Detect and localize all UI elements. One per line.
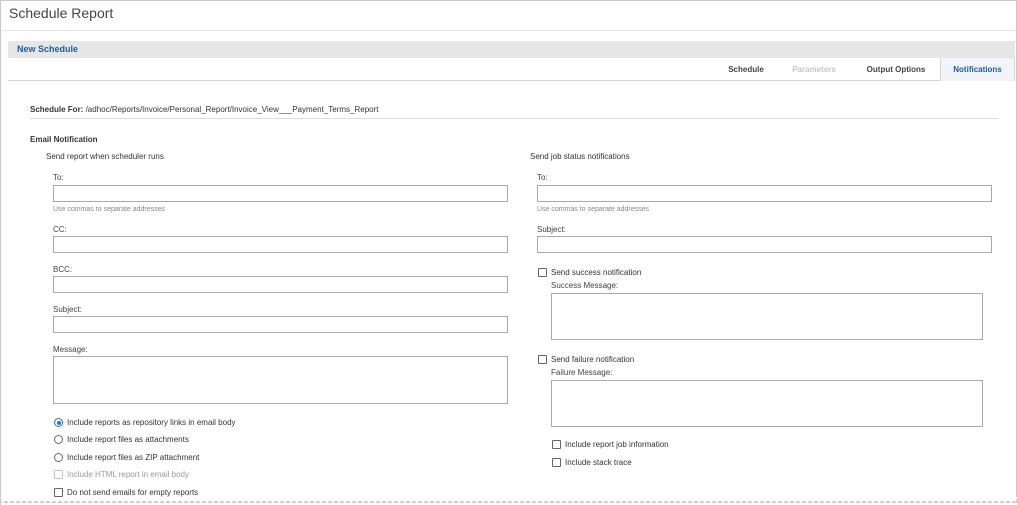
status-subject-label: Subject: xyxy=(537,225,566,234)
message-textarea[interactable] xyxy=(53,356,508,404)
checkbox-icon[interactable] xyxy=(552,458,561,467)
new-schedule-header: New Schedule xyxy=(8,41,1015,58)
tab-output-options[interactable]: Output Options xyxy=(854,58,938,81)
status-to-hint: Use commas to separate addresses xyxy=(537,206,650,213)
schedule-for-path: /adhoc/Reports/Invoice/Personal_Report/I… xyxy=(85,105,379,114)
option-attachments[interactable]: Include report files as attachments xyxy=(54,434,354,445)
checkbox-icon xyxy=(54,470,63,479)
failure-message-label: Failure Message: xyxy=(551,368,613,377)
include-stack-trace[interactable]: Include stack trace xyxy=(552,457,752,468)
to-hint: Use commas to separate addresses xyxy=(53,206,166,213)
send-failure-notification[interactable]: Send failure notification xyxy=(538,354,738,365)
tab-parameters: Parameters xyxy=(792,65,836,74)
schedule-for: Schedule For: /adhoc/Reports/Invoice/Per… xyxy=(30,105,378,114)
success-message-label: Success Message: xyxy=(551,281,619,290)
subject-input[interactable] xyxy=(53,316,508,333)
cc-input[interactable] xyxy=(53,236,508,253)
bcc-input[interactable] xyxy=(53,276,508,293)
schedule-for-divider xyxy=(30,118,998,119)
option-repository-links[interactable]: Include reports as repository links in e… xyxy=(54,417,354,428)
checkbox-icon[interactable] xyxy=(552,440,561,449)
tab-bar: Schedule Parameters Output Options Notif… xyxy=(8,58,1015,81)
cc-label: CC: xyxy=(53,225,67,234)
checkbox-icon[interactable] xyxy=(538,268,547,277)
radio-icon[interactable] xyxy=(54,435,63,444)
tab-notifications[interactable]: Notifications xyxy=(940,58,1015,81)
schedule-report-page: Schedule Report New Schedule Schedule Pa… xyxy=(0,0,1017,505)
include-job-info[interactable]: Include report job information xyxy=(552,439,752,450)
schedule-for-label: Schedule For: xyxy=(30,105,84,114)
bcc-label: BCC: xyxy=(53,265,73,274)
checkbox-icon[interactable] xyxy=(54,488,63,497)
torn-edge xyxy=(0,497,1017,505)
success-message-textarea[interactable] xyxy=(551,293,983,340)
radio-icon[interactable] xyxy=(54,418,63,427)
checkbox-icon[interactable] xyxy=(538,355,547,364)
message-label: Message: xyxy=(53,345,88,354)
status-to-label: To: xyxy=(537,173,548,182)
status-to-input[interactable] xyxy=(537,185,992,202)
subject-label: Subject: xyxy=(53,305,82,314)
failure-message-textarea[interactable] xyxy=(551,380,983,427)
page-title: Schedule Report xyxy=(9,5,114,21)
send-report-heading: Send report when scheduler runs xyxy=(46,152,164,161)
radio-icon[interactable] xyxy=(54,453,63,462)
tab-schedule[interactable]: Schedule xyxy=(714,58,778,81)
status-subject-input[interactable] xyxy=(537,236,992,253)
subheader-title: New Schedule xyxy=(17,44,79,54)
email-notification-title: Email Notification xyxy=(30,135,98,144)
job-status-heading: Send job status notifications xyxy=(530,152,630,161)
to-input[interactable] xyxy=(53,185,508,202)
send-success-notification[interactable]: Send success notification xyxy=(538,267,738,278)
option-html-report: Include HTML report in email body xyxy=(54,469,354,480)
title-divider xyxy=(2,30,1015,31)
to-label: To: xyxy=(53,173,64,182)
option-zip-attachment[interactable]: Include report files as ZIP attachment xyxy=(54,452,354,463)
